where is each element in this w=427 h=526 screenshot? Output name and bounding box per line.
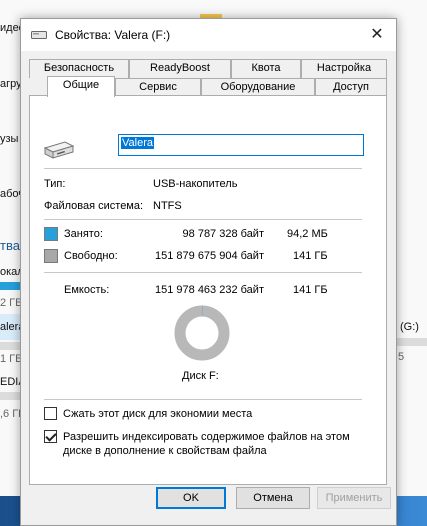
filesystem-value: NTFS <box>153 200 182 212</box>
volume-name-text: Valera <box>121 137 154 149</box>
index-checkbox[interactable] <box>44 430 57 443</box>
used-space-swatch <box>44 227 58 241</box>
disk-label: Диск F: <box>182 370 219 382</box>
general-panel: Valera Тип: USB-накопитель Файловая сист… <box>29 95 387 485</box>
used-bytes: 98 787 328 байт <box>182 228 264 240</box>
capacity-size: 141 ГБ <box>293 284 328 296</box>
apply-button[interactable]: Применить <box>317 487 391 509</box>
free-space-swatch <box>44 249 58 263</box>
used-label: Занято: <box>64 228 103 240</box>
tab-readyboost[interactable]: ReadyBoost <box>129 59 231 78</box>
bg-text: тва <box>0 238 20 253</box>
bg-band <box>395 338 427 346</box>
cancel-button[interactable]: Отмена <box>236 487 310 509</box>
bg-text: 5 <box>398 351 405 363</box>
divider <box>44 272 362 273</box>
volume-name-input[interactable]: Valera <box>118 134 364 156</box>
properties-dialog: Свойства: Valera (F:) ✕ Безопасность Rea… <box>20 18 397 526</box>
dialog-title: Свойства: Valera (F:) <box>55 28 171 42</box>
tab-customize[interactable]: Настройка <box>301 59 387 78</box>
type-label: Тип: <box>44 178 66 190</box>
bg-text: узы <box>0 133 19 145</box>
close-button[interactable]: ✕ <box>358 19 396 51</box>
type-value: USB-накопитель <box>153 178 238 190</box>
tab-quota[interactable]: Квота <box>231 59 301 78</box>
tab-general[interactable]: Общие <box>47 76 115 97</box>
bg-text: 2 ГБ <box>0 297 23 309</box>
used-size: 94,2 МБ <box>287 228 328 240</box>
drive-icon <box>31 31 47 39</box>
compress-label: Сжать этот диск для экономии места <box>63 408 253 420</box>
bg-text: 1 ГБ <box>0 353 23 365</box>
free-size: 141 ГБ <box>293 250 328 262</box>
index-label-line1: Разрешить индексировать содержимое файло… <box>63 431 350 443</box>
free-label: Свободно: <box>64 250 118 262</box>
capacity-label: Емкость: <box>64 284 110 296</box>
ok-button[interactable]: OK <box>156 487 226 509</box>
free-bytes: 151 879 675 904 байт <box>155 250 264 262</box>
divider <box>44 399 362 400</box>
usb-drive-icon <box>43 141 75 159</box>
free-space-ring <box>174 305 230 361</box>
compress-checkbox[interactable] <box>44 407 57 420</box>
bg-text: (G:) <box>400 321 419 333</box>
filesystem-label: Файловая система: <box>44 200 144 212</box>
index-label-line2: диске в дополнение к свойствам файла <box>63 445 267 457</box>
divider <box>44 168 362 169</box>
bg-text: агру <box>0 78 22 90</box>
divider <box>44 219 362 220</box>
capacity-bytes: 151 978 463 232 байт <box>155 284 264 296</box>
title-bar[interactable]: Свойства: Valera (F:) ✕ <box>21 19 396 51</box>
disk-usage-donut <box>174 305 230 361</box>
